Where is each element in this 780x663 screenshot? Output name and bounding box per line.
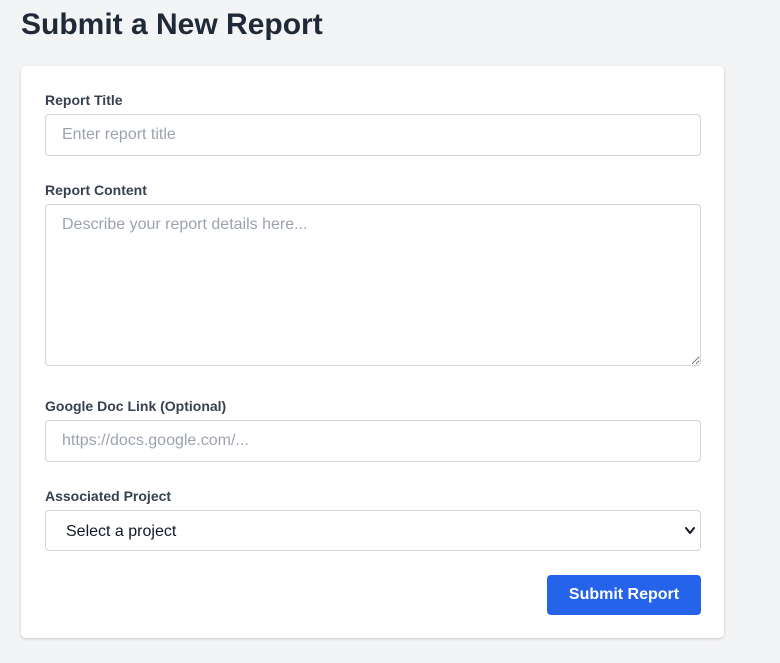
chevron-down-icon bbox=[685, 527, 695, 534]
page-title: Submit a New Report bbox=[21, 8, 323, 41]
associated-project-select[interactable]: Select a project bbox=[45, 510, 701, 551]
google-doc-link-label: Google Doc Link (Optional) bbox=[45, 398, 227, 414]
report-content-textarea[interactable] bbox=[45, 204, 701, 366]
submit-report-button[interactable]: Submit Report bbox=[547, 575, 701, 615]
report-form-card: Report Title Report Content Google Doc L… bbox=[21, 66, 724, 638]
report-title-label: Report Title bbox=[45, 92, 123, 108]
report-title-input[interactable] bbox=[45, 114, 701, 156]
google-doc-link-input[interactable] bbox=[45, 420, 701, 462]
report-content-label: Report Content bbox=[45, 182, 147, 198]
associated-project-label: Associated Project bbox=[45, 488, 172, 504]
associated-project-selected-value: Select a project bbox=[66, 523, 177, 540]
